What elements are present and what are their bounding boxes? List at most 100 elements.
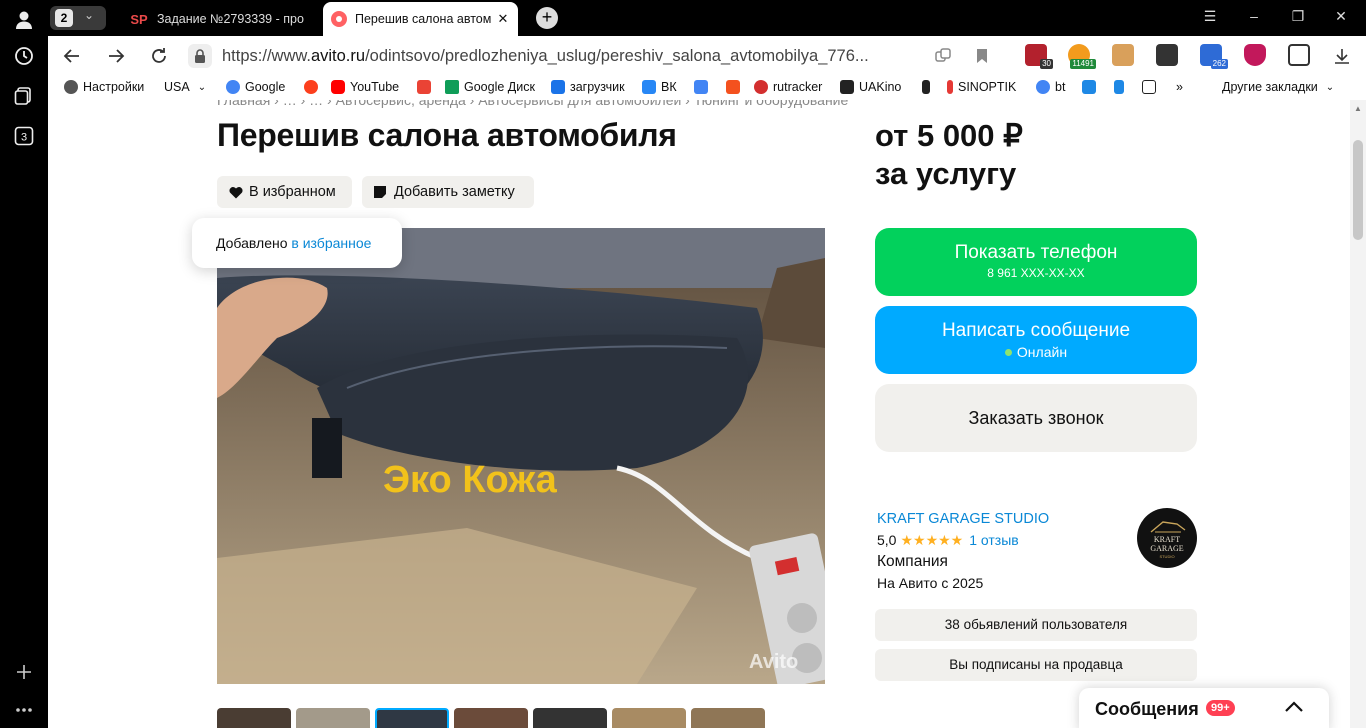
close-window-icon[interactable]: ✕: [1331, 8, 1351, 25]
thumbnail-active[interactable]: [375, 708, 449, 728]
youtube-icon: [331, 80, 345, 94]
bookmark-loader[interactable]: загрузчик: [551, 80, 625, 94]
url-field[interactable]: https://www.avito.ru/odintsovo/predlozhe…: [186, 41, 1016, 71]
sp-favicon-icon: SP: [130, 11, 148, 27]
history-icon[interactable]: [12, 44, 36, 68]
profile-icon[interactable]: [12, 8, 36, 32]
ublock-ext-icon[interactable]: [1244, 44, 1266, 66]
shield-ext-icon[interactable]: 30: [1025, 44, 1053, 69]
gmail-icon: [417, 80, 431, 94]
bookmark-settings[interactable]: Настройки: [64, 80, 144, 94]
bookmark-icon[interactable]: [972, 46, 992, 66]
close-tab-icon[interactable]: ✕: [496, 11, 510, 27]
bookmark-label: USA: [164, 80, 190, 94]
thumbnail[interactable]: [296, 708, 370, 728]
thumbnail[interactable]: [612, 708, 686, 728]
ext-badge: 11491: [1070, 59, 1096, 69]
reload-icon[interactable]: [149, 46, 169, 66]
loop-icon: [551, 80, 565, 94]
bookmark-f[interactable]: [726, 80, 745, 94]
bookmark-bt[interactable]: bt: [1036, 80, 1065, 94]
bookmark-yandex[interactable]: [304, 80, 323, 94]
bookmark-google[interactable]: Google: [226, 80, 285, 94]
bookmark-usa[interactable]: USA ⌄: [164, 80, 206, 94]
bookmark-label: загрузчик: [570, 80, 625, 94]
lock-icon[interactable]: [188, 44, 212, 68]
minimize-icon[interactable]: –: [1244, 8, 1264, 24]
bookmark-uakino[interactable]: UAKino: [840, 80, 901, 94]
puzzle-ext-icon[interactable]: [1288, 44, 1310, 66]
online-dot-icon: [1004, 349, 1012, 356]
messages-label: Сообщения: [1095, 699, 1199, 719]
messages-widget[interactable]: Сообщения 99+: [1079, 688, 1329, 728]
page-scrollbar[interactable]: ▲: [1350, 100, 1366, 728]
split-ext-icon[interactable]: [1156, 44, 1178, 66]
bookmark-vk[interactable]: ВК: [642, 80, 677, 94]
menu-icon[interactable]: ☰: [1200, 8, 1220, 25]
write-message-label: Написать сообщение: [941, 320, 1131, 341]
tabs-mirror-icon[interactable]: [933, 46, 953, 66]
listing-photo[interactable]: Эко Кожа Avito: [217, 228, 825, 684]
play-icon: [642, 80, 656, 94]
reviews-link[interactable]: 1 отзыв: [969, 532, 1019, 548]
request-call-button[interactable]: Заказать звонок: [875, 384, 1197, 452]
subscribed-button[interactable]: Вы подписаны на продавца: [875, 649, 1197, 681]
counter-3-icon[interactable]: 3: [12, 124, 36, 148]
toast-link[interactable]: в избранное: [291, 235, 371, 251]
download-icon[interactable]: [1332, 46, 1352, 66]
seller-avatar[interactable]: KRAFT GARAGE STUDIO: [1137, 508, 1197, 568]
request-call-label: Заказать звонок: [968, 408, 1104, 428]
browser-sidepanel: 3: [0, 0, 48, 728]
collections-icon[interactable]: [12, 84, 36, 108]
thumbnail[interactable]: [454, 708, 528, 728]
seller-listings-button[interactable]: 38 обьявлений пользователя: [875, 609, 1197, 641]
bookmark-chevron[interactable]: [1114, 80, 1129, 94]
tab-title: Перешив салона автом: [355, 12, 492, 26]
other-bookmarks[interactable]: Другие закладки ⌄: [1222, 80, 1334, 94]
url-path: /odintsovo/predlozheniya_uslug/pereshiv_…: [365, 47, 869, 65]
breadcrumb[interactable]: Главная › … › … › Автосервис, аренда › А…: [217, 100, 848, 108]
bookmark-translate[interactable]: [694, 80, 713, 94]
bag-ext-icon[interactable]: [1112, 44, 1134, 66]
bookmark-rutracker[interactable]: rutracker: [754, 80, 822, 94]
seller-name[interactable]: KRAFT GARAGE STUDIO: [877, 511, 1049, 527]
tab-avito[interactable]: Перешив салона автом ✕: [323, 2, 518, 36]
bookmark-label: ВК: [661, 80, 677, 94]
online-status-label: Онлайн: [1016, 344, 1068, 360]
sticker-ext-icon[interactable]: 11491: [1068, 44, 1096, 69]
bookmarks-overflow[interactable]: »: [1176, 80, 1183, 94]
write-message-button[interactable]: Написать сообщение Онлайн: [875, 306, 1197, 374]
bookmark-bc[interactable]: [1142, 80, 1161, 94]
restore-icon[interactable]: ❐: [1288, 8, 1308, 25]
tab-task[interactable]: SP Задание №2793339 - про: [121, 2, 316, 36]
tab-counter[interactable]: 2 ⌄: [50, 6, 106, 30]
bookmark-chess[interactable]: [922, 80, 935, 94]
new-tab-button[interactable]: +: [536, 7, 558, 29]
bookmark-gmail[interactable]: [417, 80, 436, 94]
thumbnail[interactable]: [691, 708, 765, 728]
bookmarks-bar: Настройки USA ⌄ Google YouTube Google Дис…: [48, 76, 1366, 100]
show-phone-button[interactable]: Показать телефон 8 961 XXX-XX-XX: [875, 228, 1197, 296]
bookmark-p[interactable]: [1082, 80, 1101, 94]
chevron-up-icon[interactable]: [1284, 700, 1304, 719]
ext-badge: 30: [1040, 59, 1053, 69]
forward-icon[interactable]: [106, 46, 126, 66]
calendar-ext-icon[interactable]: 262: [1200, 44, 1228, 69]
scrollbar-thumb[interactable]: [1353, 140, 1363, 240]
more-icon[interactable]: [12, 698, 36, 722]
note-label: Добавить заметку: [394, 184, 515, 200]
thumbnail[interactable]: [217, 708, 291, 728]
price: от 5 000 ₽ за услугу: [875, 117, 1023, 193]
bookmark-gdrive[interactable]: Google Диск: [445, 80, 535, 94]
bookmark-sinoptik[interactable]: SINOPTIK: [947, 80, 1016, 94]
favorite-button[interactable]: В избранном: [217, 176, 352, 208]
back-icon[interactable]: [62, 46, 82, 66]
add-note-button[interactable]: Добавить заметку: [362, 176, 534, 208]
scroll-up-icon[interactable]: ▲: [1354, 104, 1362, 113]
thumbnail[interactable]: [533, 708, 607, 728]
add-panel-icon[interactable]: [12, 660, 36, 684]
bookmark-youtube[interactable]: YouTube: [331, 80, 399, 94]
heart-icon: [229, 186, 243, 198]
rating-stars-icon: ★★★★★: [900, 532, 964, 548]
messages-count-badge: 99+: [1206, 700, 1235, 716]
